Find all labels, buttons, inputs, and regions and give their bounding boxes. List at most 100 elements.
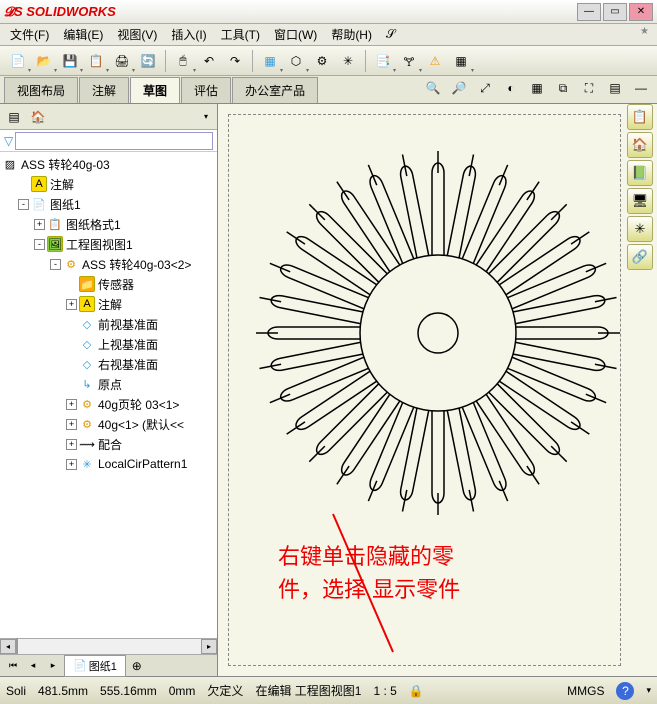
right-dock: 📋 🏠 📗 🖥 ✳ 🔗 (627, 104, 657, 270)
modules-button[interactable]: ▦▾ (449, 49, 473, 73)
tree-node[interactable]: -📄图纸1 (0, 194, 217, 214)
grid-button[interactable]: ▦▾ (258, 49, 282, 73)
dock-home-button[interactable]: 🏠 (627, 132, 653, 158)
rebuild-button[interactable]: 📑▾ (371, 49, 395, 73)
window-cascade-button[interactable]: ⧉ (551, 76, 575, 100)
menu-tools[interactable]: 工具(T) (215, 24, 266, 45)
expand-icon[interactable]: - (34, 239, 45, 250)
tree-filter-input[interactable] (15, 132, 213, 150)
tree-flat-icon[interactable]: ▤ (4, 107, 24, 127)
grid-snap-button[interactable]: ▤ (603, 76, 627, 100)
tab-office[interactable]: 办公室产品 (232, 77, 318, 103)
tree-node[interactable]: 📁传感器 (0, 274, 217, 294)
tab-evaluate[interactable]: 评估 (181, 77, 231, 103)
feature-tree-panel: ▤ 🏠 ▾ ▽ ▨ ASS 转轮40g-03 A注解-📄图纸1+📋图纸格式1-🖼… (0, 104, 218, 676)
redo-button[interactable]: ↷ (223, 49, 247, 73)
minimize-button[interactable]: — (577, 3, 601, 21)
dock-custom-button[interactable]: ✳ (627, 216, 653, 242)
command-button[interactable]: ✳ (336, 49, 360, 73)
status-edit: 在编辑 工程图视图1 (255, 682, 361, 699)
tree-node[interactable]: +✳LocalCirPattern1 (0, 454, 217, 474)
menu-help[interactable]: 帮助(H) (325, 24, 378, 45)
print-button[interactable]: 📋▾ (84, 49, 108, 73)
expand-icon (66, 359, 77, 370)
maximize-button[interactable]: ▭ (603, 3, 627, 21)
display-button[interactable]: ⬡▾ (284, 49, 308, 73)
tree-node[interactable]: ↳原点 (0, 374, 217, 394)
menu-edit[interactable]: 编辑(E) (57, 24, 109, 45)
fullscreen-button[interactable]: ⛶ (577, 76, 601, 100)
open-button[interactable]: 📂▾ (32, 49, 56, 73)
drawing-canvas[interactable]: 右键单击隐藏的零 件，选择 显示零件 (218, 104, 657, 676)
warning-icon[interactable]: ⚠ (423, 49, 447, 73)
tab-view-layout[interactable]: 视图布局 (4, 77, 78, 103)
dock-task-button[interactable]: 📋 (627, 104, 653, 130)
expand-icon[interactable]: + (66, 419, 77, 430)
scroll-right-icon[interactable]: ▸ (201, 639, 217, 654)
tree-root[interactable]: ▨ ASS 转轮40g-03 (0, 154, 217, 174)
collapse-button[interactable]: — (629, 76, 653, 100)
dock-property-button[interactable]: 🖥 (627, 188, 653, 214)
dock-link-button[interactable]: 🔗 (627, 244, 653, 270)
status-units[interactable]: MMGS (567, 684, 604, 698)
select-button[interactable]: 🖱▾ (171, 49, 195, 73)
menu-script[interactable]: 𝒮 (380, 25, 401, 44)
tree-node[interactable]: -⚙ASS 转轮40g-03<2> (0, 254, 217, 274)
tree-node[interactable]: ◇上视基准面 (0, 334, 217, 354)
filter-button[interactable]: 🝖▾ (397, 49, 421, 73)
add-sheet-button[interactable]: ⊕ (128, 657, 146, 675)
menu-view[interactable]: 视图(V) (111, 24, 163, 45)
refresh-button[interactable]: 🔄 (136, 49, 160, 73)
tree-node[interactable]: +⚙40g页轮 03<1> (0, 394, 217, 414)
expand-icon[interactable]: - (18, 199, 29, 210)
prev-sheet-button[interactable]: ◂ (24, 657, 42, 675)
expand-icon[interactable]: + (66, 299, 77, 310)
zoom-prev-button[interactable]: ⤢ (473, 76, 497, 100)
titlebar: 𝓓S SOLIDWORKS — ▭ ✕ (0, 0, 657, 24)
tree-node[interactable]: +⚙40g<1> (默认<< (0, 414, 217, 434)
tree-home-icon[interactable]: 🏠 (28, 107, 48, 127)
save-button[interactable]: 💾▾ (58, 49, 82, 73)
help-icon[interactable]: ? (616, 682, 634, 700)
new-button[interactable]: 📄▾ (6, 49, 30, 73)
section-button[interactable]: ◐ (499, 76, 523, 100)
expand-icon[interactable]: + (34, 219, 45, 230)
menu-file[interactable]: 文件(F) (4, 24, 55, 45)
print2-button[interactable]: 🖨▾ (110, 49, 134, 73)
tree-node[interactable]: ◇前视基准面 (0, 314, 217, 334)
status-app: Soli (6, 684, 26, 698)
window-tile-button[interactable]: ▦ (525, 76, 549, 100)
tree-scroll-h[interactable]: ◂ ▸ (0, 638, 217, 654)
feature-tree[interactable]: ▨ ASS 转轮40g-03 A注解-📄图纸1+📋图纸格式1-🖼工程图视图1-⚙… (0, 152, 217, 638)
undo-button[interactable]: ↶ (197, 49, 221, 73)
first-sheet-button[interactable]: ⏮ (4, 657, 22, 675)
tree-node[interactable]: A注解 (0, 174, 217, 194)
tree-node[interactable]: +⟿配合 (0, 434, 217, 454)
close-button[interactable]: ✕ (629, 3, 653, 21)
settings-button[interactable]: ⚙ (310, 49, 334, 73)
menu-window[interactable]: 窗口(W) (268, 24, 323, 45)
expand-icon[interactable]: + (66, 439, 77, 450)
menu-insert[interactable]: 插入(I) (165, 24, 212, 45)
expand-icon[interactable]: + (66, 459, 77, 470)
expand-icon[interactable]: - (50, 259, 61, 270)
dock-resource-button[interactable]: 📗 (627, 160, 653, 186)
tree-node[interactable]: -🖼工程图视图1 (0, 234, 217, 254)
tree-node[interactable]: ◇右视基准面 (0, 354, 217, 374)
tree-dropdown-icon[interactable]: ▾ (199, 110, 213, 124)
node-label: 工程图视图1 (66, 236, 133, 253)
zoom-area-button[interactable]: 🔎 (447, 76, 471, 100)
tab-sketch[interactable]: 草图 (130, 77, 180, 103)
tree-node[interactable]: +A注解 (0, 294, 217, 314)
node-icon: ◇ (79, 316, 95, 332)
tree-node[interactable]: +📋图纸格式1 (0, 214, 217, 234)
tab-annotation[interactable]: 注解 (79, 77, 129, 103)
scroll-left-icon[interactable]: ◂ (0, 639, 16, 654)
status-x: 481.5mm (38, 684, 88, 698)
expand-icon[interactable]: + (66, 399, 77, 410)
annotation-text: 右键单击隐藏的零 件，选择 显示零件 (278, 540, 460, 606)
next-sheet-button[interactable]: ▸ (44, 657, 62, 675)
status-dropdown-icon[interactable]: ▾ (646, 685, 651, 696)
zoom-fit-button[interactable]: 🔍 (421, 76, 445, 100)
sheet-tab-1[interactable]: 📄 图纸1 (64, 655, 126, 677)
